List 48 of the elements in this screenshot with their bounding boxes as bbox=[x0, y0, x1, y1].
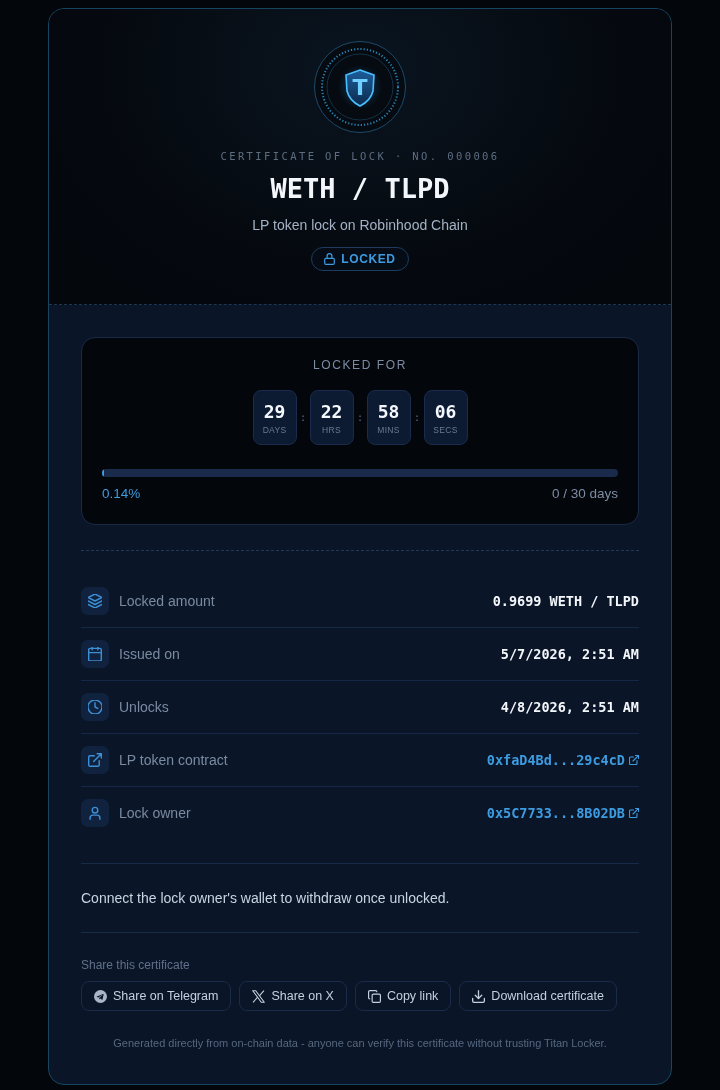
external-link-icon bbox=[81, 746, 109, 774]
lock-icon bbox=[324, 253, 336, 265]
subtitle: LP token lock on Robinhood Chain bbox=[252, 216, 468, 235]
time-separator: : bbox=[412, 411, 422, 424]
detail-value: 5/7/2026, 2:51 AM bbox=[500, 646, 639, 662]
countdown-value: 29 bbox=[263, 400, 286, 422]
paper-plane-icon bbox=[94, 989, 107, 1003]
x-logo-icon bbox=[252, 989, 266, 1003]
footer-note: Generated directly from on-chain data - anyone can verify this certificate without trusting Titan Locker. bbox=[112, 1036, 608, 1051]
detail-value: 4/8/2026, 2:51 AM bbox=[500, 699, 639, 715]
detail-label: Lock owner bbox=[119, 805, 192, 821]
detail-label: Issued on bbox=[119, 646, 181, 662]
telegram-share-button[interactable]: Share on Telegram bbox=[81, 981, 232, 1011]
external-link-icon bbox=[629, 755, 639, 765]
logo-letter: T bbox=[352, 75, 368, 100]
time-separator: : bbox=[298, 411, 308, 424]
copy-link-button[interactable]: Copy link bbox=[354, 981, 452, 1011]
countdown-unit-label: DAYS bbox=[262, 424, 287, 435]
share-heading: Share this certificate bbox=[81, 957, 191, 973]
download-icon bbox=[472, 989, 486, 1003]
countdown-unit-label: MINS bbox=[377, 424, 400, 435]
x-share-button[interactable]: Share on X bbox=[239, 981, 347, 1011]
detail-label: Locked amount bbox=[119, 593, 216, 609]
progress-percent: 0.14% bbox=[102, 485, 141, 503]
user-icon bbox=[81, 799, 109, 827]
countdown-value: 06 bbox=[434, 400, 457, 422]
countdown-unit-label: SECS bbox=[433, 424, 458, 435]
time-separator: : bbox=[355, 411, 365, 424]
elapsed-days: 0 / 30 days bbox=[551, 485, 618, 503]
layers-icon bbox=[81, 587, 109, 615]
address-link[interactable]: 0xfaD4Bd...29c4cD bbox=[486, 752, 639, 768]
countdown-value: 58 bbox=[377, 400, 400, 422]
pair-title: WETH / TLPD bbox=[270, 172, 450, 206]
detail-value: 0.9699 WETH / TLPD bbox=[492, 593, 639, 609]
download-button[interactable]: Download certificate bbox=[459, 981, 617, 1011]
detail-label: Unlocks bbox=[119, 699, 170, 715]
copy-icon bbox=[367, 989, 381, 1003]
countdown-unit-label: HRS bbox=[322, 424, 341, 435]
countdown-value: 22 bbox=[320, 400, 343, 422]
calendar-icon bbox=[81, 640, 109, 668]
certificate-number: CERTIFICATE OF LOCK · NO. 000006 bbox=[220, 149, 500, 163]
status-label: LOCKED bbox=[341, 252, 396, 266]
external-link-icon bbox=[629, 808, 639, 818]
detail-label: LP token contract bbox=[119, 752, 229, 768]
countdown-title: LOCKED FOR bbox=[312, 357, 408, 373]
withdraw-notice: Connect the lock owner's wallet to withdraw once unlocked. bbox=[81, 889, 451, 908]
clock-icon bbox=[81, 693, 109, 721]
address-link[interactable]: 0x5C7733...8B02DB bbox=[486, 805, 639, 821]
